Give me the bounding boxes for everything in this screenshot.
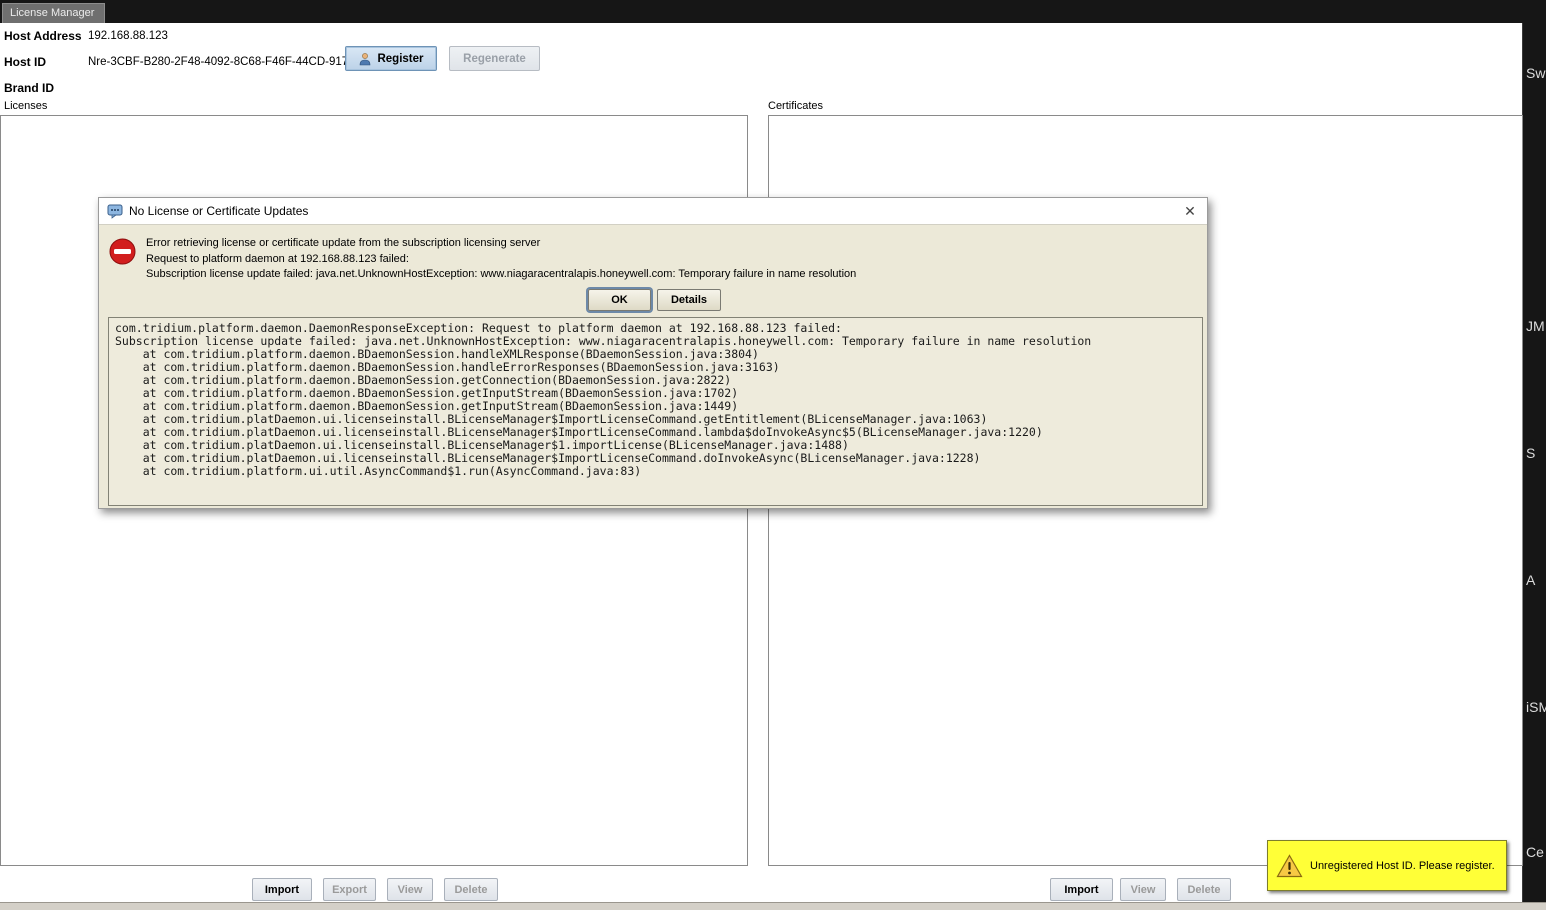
side-label: A [1526,572,1535,588]
error-message-line: Error retrieving license or certificate … [146,236,856,252]
regenerate-button-label: Regenerate [463,53,526,65]
details-button[interactable]: Details [657,289,721,311]
side-label: Sw [1526,65,1545,81]
error-dialog: No License or Certificate Updates ✕ Erro… [98,197,1208,509]
licenses-import-button[interactable]: Import [252,878,312,901]
licenses-view-button[interactable]: View [387,878,433,901]
unregistered-host-notification[interactable]: Unregistered Host ID. Please register. [1267,840,1507,891]
register-user-icon [358,52,372,66]
register-button[interactable]: Register [345,46,437,71]
warning-icon [1276,854,1303,878]
licenses-section-label: Licenses [4,100,47,112]
brand-id-label: Brand ID [4,81,54,95]
error-dialog-title: No License or Certificate Updates [129,204,1181,218]
side-label: JM [1526,318,1545,334]
bottom-status-strip [0,902,1546,910]
dialog-close-icon[interactable]: ✕ [1181,202,1199,220]
notification-text: Unregistered Host ID. Please register. [1310,860,1495,872]
ok-button[interactable]: OK [588,289,651,311]
register-button-label: Register [377,53,423,65]
side-label: iSM [1526,699,1546,715]
host-id-value: Nre-3CBF-B280-2F48-4092-8C68-F46F-44CD-9… [88,56,356,68]
error-message-line: Subscription license update failed: java… [146,267,856,283]
stack-trace-panel[interactable]: com.tridium.platform.daemon.DaemonRespon… [108,317,1203,506]
certificates-view-button[interactable]: View [1120,878,1166,901]
stack-trace-line: at com.tridium.platform.ui.util.AsyncCom… [115,465,1196,478]
error-dialog-titlebar[interactable]: No License or Certificate Updates ✕ [99,198,1207,225]
error-message-line: Request to platform daemon at 192.168.88… [146,252,856,268]
licenses-export-button[interactable]: Export [323,878,376,901]
error-message: Error retrieving license or certificate … [146,236,856,283]
dialog-app-icon [107,203,123,219]
regenerate-button[interactable]: Regenerate [449,46,540,71]
error-icon [109,238,136,265]
tab-license-manager[interactable]: License Manager [2,3,105,23]
side-label: S [1526,445,1535,461]
side-label: Ce [1526,844,1544,860]
certificates-delete-button[interactable]: Delete [1177,878,1231,901]
certificates-section-label: Certificates [768,100,823,112]
host-address-value: 192.168.88.123 [88,30,168,42]
host-id-label: Host ID [4,55,46,69]
host-address-label: Host Address [4,29,82,43]
licenses-delete-button[interactable]: Delete [444,878,498,901]
certificates-import-button[interactable]: Import [1050,878,1113,901]
